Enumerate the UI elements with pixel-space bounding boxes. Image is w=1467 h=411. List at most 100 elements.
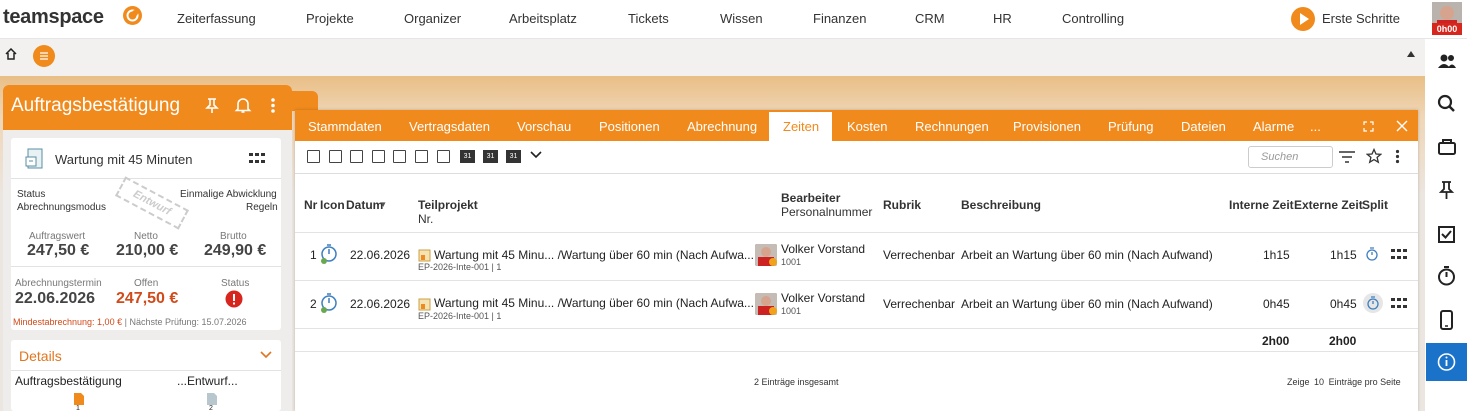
chart-view-icon[interactable] [437, 150, 450, 163]
tab-kosten[interactable]: Kosten [847, 119, 887, 134]
play-icon[interactable] [1291, 7, 1315, 31]
nav-tickets[interactable]: Tickets [628, 11, 669, 26]
tab-dateien[interactable]: Dateien [1181, 119, 1226, 134]
row-1-teilprojekt[interactable]: Wartung mit 45 Minu... /Wartung über 60 … [434, 248, 754, 262]
tile-view-icon[interactable] [350, 150, 363, 163]
row-1-bearbeiter: Volker Vorstand [781, 242, 866, 256]
briefcase-icon[interactable] [1426, 130, 1467, 166]
grid-menu-icon[interactable] [1391, 298, 1407, 310]
nav-crm[interactable]: CRM [915, 11, 945, 26]
tab-vorschau[interactable]: Vorschau [517, 119, 571, 134]
tab-alarme[interactable]: Alarme [1253, 119, 1294, 134]
column-header-split[interactable]: Split [1362, 198, 1388, 212]
search-icon[interactable] [1426, 86, 1467, 122]
close-icon[interactable] [1396, 120, 1408, 132]
detail-right-label: ...Entwurf... [177, 374, 238, 388]
grid-menu-icon[interactable] [1391, 249, 1407, 261]
card-view-icon[interactable] [393, 150, 406, 163]
auftragswert-label: Auftragswert [29, 231, 86, 242]
sort-icon[interactable]: ▾ [381, 199, 386, 210]
per-page-select[interactable]: 10 [1314, 377, 1324, 387]
tab-abrechnung[interactable]: Abrechnung [687, 119, 757, 134]
board-view-icon[interactable] [415, 150, 428, 163]
termin-label: Abrechnungstermin [15, 278, 102, 289]
termin-value: 22.06.2026 [15, 290, 96, 307]
collapse-icon[interactable] [1406, 50, 1416, 58]
tab-rechnungen[interactable]: Rechnungen [915, 119, 989, 134]
more-icon[interactable] [1395, 149, 1400, 164]
mobile-icon[interactable] [1426, 302, 1467, 338]
tab-zeiten[interactable]: Zeiten [783, 119, 819, 134]
nav-wissen[interactable]: Wissen [720, 11, 763, 26]
nav-projekte[interactable]: Projekte [306, 11, 354, 26]
filter-icon[interactable] [1338, 150, 1356, 164]
task-checklist-icon[interactable] [1426, 216, 1467, 252]
mindestabrechnung: Mindestabrechnung: 1,00 € [13, 317, 123, 327]
users-icon[interactable] [1426, 44, 1467, 80]
nav-hr[interactable]: HR [993, 11, 1012, 26]
table-view-icon[interactable] [372, 150, 385, 163]
column-header-externe-zeit[interactable]: Externe Zeit [1294, 198, 1363, 212]
column-header-beschreibung[interactable]: Beschreibung [961, 198, 1041, 212]
nav-arbeitsplatz[interactable]: Arbeitsplatz [509, 11, 577, 26]
column-header-nr[interactable]: Nr [304, 198, 317, 212]
brand-logo[interactable]: teamspace [3, 6, 104, 29]
tab-vertragsdaten[interactable]: Vertragsdaten [409, 119, 490, 134]
list-view-icon[interactable] [307, 150, 320, 163]
chevron-down-icon[interactable] [530, 151, 542, 159]
detail-search-icon[interactable] [329, 150, 342, 163]
row-1-rubrik: Verrechenbar [883, 248, 956, 262]
nav-controlling[interactable]: Controlling [1062, 11, 1124, 26]
split-icon[interactable] [1363, 293, 1383, 313]
star-icon[interactable] [1366, 148, 1382, 164]
erste-schritte-link[interactable]: Erste Schritte [1322, 11, 1400, 26]
grid-menu-icon[interactable] [249, 153, 265, 165]
offen-label: Offen [134, 278, 159, 289]
divider [11, 266, 281, 267]
bell-icon[interactable] [234, 96, 252, 114]
chevron-down-icon[interactable] [260, 351, 272, 359]
row-1-teilprojekt-nr: EP-2026-Inte-001 | 1 [418, 262, 502, 272]
row-2-teilprojekt[interactable]: Wartung mit 45 Minu... /Wartung über 60 … [434, 296, 754, 310]
info-icon[interactable] [1426, 343, 1467, 381]
calendar-day-icon[interactable]: 31 [460, 150, 475, 163]
pin-icon[interactable] [205, 97, 219, 114]
document-gray-icon[interactable] [207, 393, 217, 405]
tab-provisionen[interactable]: Provisionen [1013, 119, 1081, 134]
nav-organizer[interactable]: Organizer [404, 11, 461, 26]
tab-more[interactable]: ... [1310, 119, 1321, 134]
calendar-week-icon[interactable]: 31 [483, 150, 498, 163]
avatar [755, 244, 777, 266]
tab-stammdaten[interactable]: Stammdaten [308, 119, 382, 134]
tab-pruefung[interactable]: Prüfung [1108, 119, 1154, 134]
home-icon[interactable] [5, 48, 17, 60]
pin-icon[interactable] [1426, 172, 1467, 208]
calendar-month-icon[interactable]: 31 [506, 150, 521, 163]
row-2-datum: 22.06.2026 [350, 297, 411, 311]
tab-positionen[interactable]: Positionen [599, 119, 660, 134]
column-header-rubrik[interactable]: Rubrik [883, 198, 921, 212]
stopwatch-icon[interactable] [1426, 258, 1467, 294]
column-header-teilprojekt[interactable]: Teilprojekt [418, 198, 478, 212]
row-1-externe-zeit: 1h15 [1330, 248, 1357, 262]
row-2-nr: 2 [310, 297, 317, 311]
pagination-info: Zeige 10 Einträge pro Seite [1287, 377, 1401, 387]
more-icon[interactable] [270, 97, 276, 114]
column-header-datum[interactable]: Datum [346, 198, 383, 212]
maximize-icon[interactable] [1363, 121, 1374, 132]
brutto-label: Brutto [220, 231, 247, 242]
menu-icon[interactable] [33, 45, 55, 67]
nav-zeiterfassung[interactable]: Zeiterfassung [177, 11, 256, 26]
row-1-personalnummer: 1001 [781, 257, 802, 267]
column-header-icon[interactable]: Icon [320, 198, 345, 212]
column-header-interne-zeit[interactable]: Interne Zeit [1229, 198, 1294, 212]
split-icon[interactable] [1365, 246, 1379, 262]
details-heading[interactable]: Details [19, 348, 62, 364]
document-orange-icon[interactable] [74, 393, 84, 405]
document-name: Wartung mit 45 Minuten [55, 152, 193, 167]
nav-finanzen[interactable]: Finanzen [813, 11, 866, 26]
breadcrumb [0, 39, 1425, 76]
column-header-bearbeiter[interactable]: Bearbeiter [781, 191, 840, 205]
search-input[interactable]: Suchen [1248, 146, 1333, 168]
panel-tab-stub [292, 91, 318, 111]
